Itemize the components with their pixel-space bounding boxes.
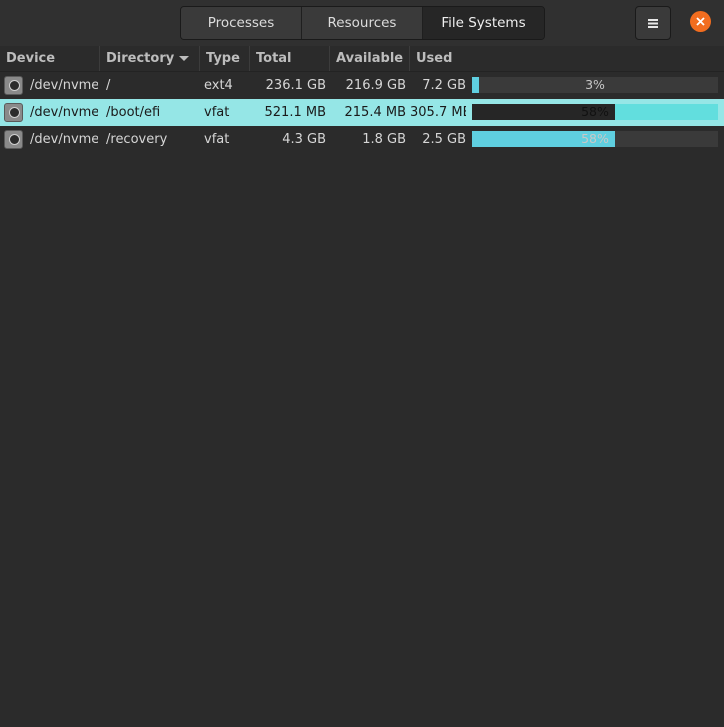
usage-percent: 58% xyxy=(581,104,609,119)
view-switcher: Processes Resources File Systems xyxy=(180,6,545,40)
tab-processes[interactable]: Processes xyxy=(181,7,302,39)
type-cell: ext4 xyxy=(204,78,233,93)
drive-icon xyxy=(4,130,23,149)
column-header-total[interactable]: Total xyxy=(250,46,330,71)
table-row[interactable]: /dev/nvme0 /recovery vfat 4.3 GB 1.8 GB … xyxy=(0,126,724,153)
table-row[interactable]: /dev/nvme0 / ext4 236.1 GB 216.9 GB 7.2 … xyxy=(0,72,724,99)
drive-icon xyxy=(4,76,23,95)
sort-descending-icon xyxy=(179,56,189,61)
device-cell: /dev/nvme0 xyxy=(30,78,98,93)
used-cell: 7.2 GB xyxy=(422,78,466,93)
usage-percent: 58% xyxy=(581,131,609,146)
drive-icon xyxy=(4,103,23,122)
column-header-device[interactable]: Device xyxy=(0,46,100,71)
usage-bar: 58% xyxy=(472,131,718,147)
total-cell: 236.1 GB xyxy=(265,78,326,93)
directory-cell: /recovery xyxy=(106,132,168,147)
hamburger-menu-icon xyxy=(648,18,658,28)
column-header-used[interactable]: Used xyxy=(410,46,724,71)
tab-file-systems[interactable]: File Systems xyxy=(423,7,544,39)
device-cell: /dev/nvme0 xyxy=(30,105,98,120)
close-icon xyxy=(696,17,705,26)
table-row[interactable]: /dev/nvme0 /boot/efi vfat 521.1 MB 215.4… xyxy=(0,99,724,126)
column-header-row: Device Directory Type Total Available Us… xyxy=(0,46,724,72)
close-button[interactable] xyxy=(690,11,711,32)
usage-bar: 58% xyxy=(472,104,718,120)
header-bar: Processes Resources File Systems xyxy=(0,0,724,46)
directory-cell: / xyxy=(106,78,111,93)
used-cell: 305.7 MB xyxy=(410,105,466,120)
column-header-available[interactable]: Available xyxy=(330,46,410,71)
usage-bar: 3% xyxy=(472,77,718,93)
type-cell: vfat xyxy=(204,105,230,120)
directory-cell: /boot/efi xyxy=(106,105,161,120)
available-cell: 215.4 MB xyxy=(344,105,406,120)
usage-percent: 3% xyxy=(585,77,605,92)
menu-button[interactable] xyxy=(635,6,671,40)
total-cell: 521.1 MB xyxy=(264,105,326,120)
column-header-directory-label: Directory xyxy=(106,51,175,66)
used-cell: 2.5 GB xyxy=(422,132,466,147)
tab-resources[interactable]: Resources xyxy=(302,7,423,39)
available-cell: 216.9 GB xyxy=(345,78,406,93)
total-cell: 4.3 GB xyxy=(282,132,326,147)
device-cell: /dev/nvme0 xyxy=(30,132,98,147)
column-header-type[interactable]: Type xyxy=(200,46,250,71)
type-cell: vfat xyxy=(204,132,230,147)
column-header-directory[interactable]: Directory xyxy=(100,46,200,71)
available-cell: 1.8 GB xyxy=(362,132,406,147)
